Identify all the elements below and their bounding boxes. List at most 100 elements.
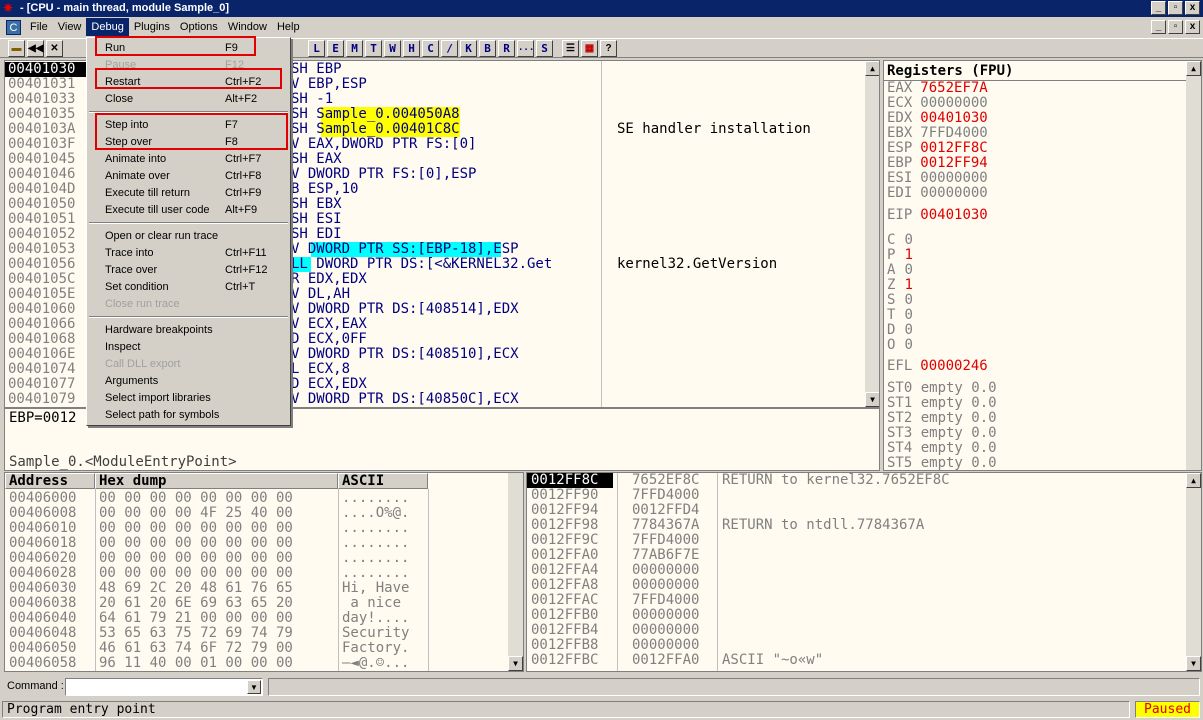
maximize-button[interactable]: ▫ — [1168, 1, 1183, 15]
register-row[interactable]: ST4 empty 0.0 — [887, 441, 997, 456]
register-row[interactable]: ESI 00000000 — [887, 171, 988, 186]
title-bar[interactable]: ✷ - [CPU - main thread, module Sample_0]… — [0, 0, 1203, 17]
dump-scroll-down-icon[interactable]: ▼ — [508, 656, 523, 671]
toolbar-btn-w[interactable]: W — [384, 40, 401, 57]
menu-plugins[interactable]: Plugins — [129, 18, 175, 36]
menu-help[interactable]: Help — [272, 18, 305, 36]
stack-row[interactable]: 0012FFBC 0012FFA0 ASCII "~o«w" — [527, 653, 1187, 668]
register-row[interactable]: A0SS002332bit 0(FFFFFFFF) — [887, 263, 913, 278]
debug-menu-item[interactable]: Trace over Ctrl+F12 — [87, 262, 290, 279]
register-row[interactable]: S0FS003B32bit 7FFDF000(FFF) — [887, 293, 913, 308]
dump-pane[interactable]: Address Hex dump ASCII 00406000 00 00 00 … — [4, 472, 524, 672]
register-row[interactable]: EDI 00000000 — [887, 186, 988, 201]
toolbar-btn-c[interactable]: C — [422, 40, 439, 57]
toolbar-btn-m[interactable]: M — [346, 40, 363, 57]
dump-header-hex[interactable]: Hex dump — [95, 473, 338, 489]
register-row[interactable]: ST5 empty 0.0 — [887, 456, 997, 470]
mdi-close-button[interactable]: x — [1185, 20, 1200, 34]
stack-row[interactable]: 0012FF98 7784367A RETURN to ntdll.7784367A — [527, 518, 1187, 533]
toolbar-btn-e[interactable]: E — [327, 40, 344, 57]
register-row[interactable]: ST1 empty 0.0 — [887, 396, 997, 411]
registers-scrollbar[interactable]: ▲ — [1186, 61, 1201, 470]
dump-row[interactable]: 00406028 00 00 00 00 00 00 00 00........ — [9, 566, 519, 581]
register-row[interactable]: EDX00401030Sample_0.<ModuleEnt — [887, 111, 988, 126]
debug-menu-item[interactable]: Trace into Ctrl+F11 — [87, 245, 290, 262]
debug-menu-item[interactable]: Animate over Ctrl+F8 — [87, 168, 290, 185]
dump-row[interactable]: 00406010 00 00 00 00 00 00 00 00........ — [9, 521, 519, 536]
dump-row[interactable]: 00406018 00 00 00 00 00 00 00 00........ — [9, 536, 519, 551]
rewind-icon[interactable]: ◀◀ — [27, 40, 44, 57]
reg-scroll-up-icon[interactable]: ▲ — [1186, 61, 1201, 76]
disasm-scrollbar[interactable]: ▲ ▼ — [865, 61, 879, 407]
register-row[interactable]: EIP00401030Sample_0.<ModuleEnt — [887, 208, 988, 223]
debug-menu-item[interactable]: Execute till return Ctrl+F9 — [87, 185, 290, 202]
stack-row[interactable]: 0012FF9C 7FFD4000 — [527, 533, 1187, 548]
dump-row[interactable]: 00406030 48 69 2C 20 48 61 76 65 Hi, Have — [9, 581, 519, 596]
debug-menu-item[interactable]: Open or clear run trace — [87, 228, 290, 245]
debug-menu-item[interactable]: Inspect — [87, 339, 290, 356]
toolbar-btn-dots[interactable]: ... — [517, 40, 534, 57]
mdi-minimize-button[interactable]: _ — [1151, 20, 1166, 34]
register-row[interactable]: Z1DS002332bit 0(FFFFFFFF) — [887, 278, 913, 293]
dump-row[interactable]: 00406040 64 61 79 21 00 00 00 00 day!.... — [9, 611, 519, 626]
debug-menu-item[interactable]: Close Alt+F2 — [87, 91, 290, 108]
debug-menu-item[interactable]: Set condition Ctrl+T — [87, 279, 290, 296]
dump-row[interactable]: 00406000 00 00 00 00 00 00 00 00........ — [9, 491, 519, 506]
help-icon[interactable]: ? — [600, 40, 617, 57]
dump-row[interactable]: 00406020 00 00 00 00 00 00 00 00........ — [9, 551, 519, 566]
command-input[interactable]: ▼ — [65, 678, 263, 696]
stack-row[interactable]: 0012FFB8 00000000 — [527, 638, 1187, 653]
toolbar-btn-h[interactable]: H — [403, 40, 420, 57]
debug-menu-item[interactable]: Select path for symbols — [87, 407, 290, 424]
toolbar-btn-l[interactable]: L — [308, 40, 325, 57]
stack-scroll-up-icon[interactable]: ▲ — [1186, 473, 1201, 488]
dump-header-ascii[interactable]: ASCII — [338, 473, 428, 489]
debug-menu-item[interactable]: Arguments — [87, 373, 290, 390]
mdi-restore-button[interactable]: ▫ — [1168, 20, 1183, 34]
toolbar-btn-t[interactable]: T — [365, 40, 382, 57]
list-icon[interactable]: ☰ — [562, 40, 579, 57]
stack-scroll-down-icon[interactable]: ▼ — [1186, 656, 1201, 671]
toolbar-btn-b[interactable]: B — [479, 40, 496, 57]
stack-row[interactable]: 0012FFA4 00000000 — [527, 563, 1187, 578]
register-row[interactable]: EBX 7FFD4000 — [887, 126, 988, 141]
register-row[interactable]: ST3 empty 0.0 — [887, 426, 997, 441]
dump-row[interactable]: 00406048 53 65 63 75 72 69 74 79 Security — [9, 626, 519, 641]
debug-menu-item[interactable]: Execute till user code Alt+F9 — [87, 202, 290, 219]
toolbar-btn-r[interactable]: R — [498, 40, 515, 57]
stack-scrollbar[interactable]: ▲ ▼ — [1186, 473, 1201, 671]
command-dropdown-icon[interactable]: ▼ — [247, 680, 261, 694]
toolbar-btn-s[interactable]: S — [536, 40, 553, 57]
cpu-window-icon[interactable]: C — [6, 19, 21, 35]
register-row[interactable]: P1CS001B32bit 0(FFFFFFFF) — [887, 248, 913, 263]
menu-view[interactable]: View — [53, 18, 87, 36]
register-row[interactable]: D0 — [887, 323, 913, 338]
register-row[interactable]: ST0 empty 0.0 — [887, 381, 997, 396]
register-row[interactable]: C0ES002332bit 0(FFFFFFFF) — [887, 233, 913, 248]
debug-menu-item[interactable]: Hardware breakpoints — [87, 322, 290, 339]
dump-header-address[interactable]: Address — [5, 473, 95, 489]
scroll-down-arrow-icon[interactable]: ▼ — [865, 392, 879, 407]
dump-row[interactable]: 00406050 46 61 63 74 6F 72 79 00 Factory. — [9, 641, 519, 656]
stack-pane[interactable]: 0012FF8C 7652EF8C RETURN to kernel32.7652E… — [526, 472, 1202, 672]
stack-row[interactable]: 0012FF8C 7652EF8C RETURN to kernel32.7652E… — [527, 473, 1187, 488]
menu-options[interactable]: Options — [175, 18, 223, 36]
menu-debug[interactable]: Debug — [86, 18, 129, 36]
stack-row[interactable]: 0012FF90 7FFD4000 — [527, 488, 1187, 503]
debug-menu-item[interactable]: Animate into Ctrl+F7 — [87, 151, 290, 168]
toolbar-btn-k[interactable]: K — [460, 40, 477, 57]
register-row[interactable]: EBP 0012FF94 — [887, 156, 988, 171]
debug-menu-item[interactable]: Select import libraries — [87, 390, 290, 407]
stack-row[interactable]: 0012FFB4 00000000 — [527, 623, 1187, 638]
register-row[interactable]: EAX7652EF7Akernel32.BaseThread — [887, 81, 988, 96]
close-x-icon[interactable]: ✕ — [46, 40, 63, 57]
register-row[interactable]: EFL00000246(NO,NB,E,BE,NS,PE,( — [887, 359, 988, 374]
stack-row[interactable]: 0012FFB0 00000000 — [527, 608, 1187, 623]
registers-pane[interactable]: Registers (FPU) EAX7652EF7Akernel32.Base… — [883, 60, 1202, 471]
dump-scrollbar[interactable]: ▼ — [508, 473, 523, 671]
register-row[interactable]: ST2 empty 0.0 — [887, 411, 997, 426]
stack-row[interactable]: 0012FF94 0012FFD4 — [527, 503, 1187, 518]
register-row[interactable]: O0LastErrERROR_ACCESS_DENIED — [887, 338, 913, 353]
menu-window[interactable]: Window — [223, 18, 272, 36]
scroll-up-arrow-icon[interactable]: ▲ — [865, 61, 879, 76]
